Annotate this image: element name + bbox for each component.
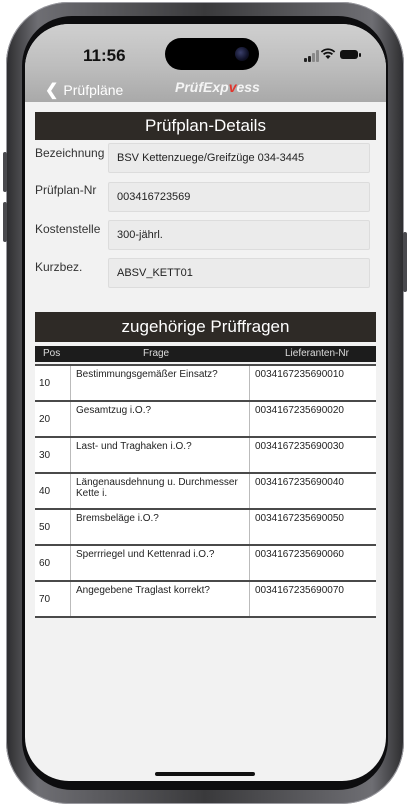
column-header-lieferanten-nr: Lieferanten-Nr [285,348,349,359]
field-label-pruefplan-nr: Prüfplan-Nr [35,183,97,197]
field-value-bezeichnung[interactable]: BSV Kettenzuege/Greifzüge 034-3445 [108,143,370,173]
back-button[interactable]: ❮ Prüfpläne [45,79,123,101]
field-value-kostenstelle[interactable]: 300-jährl. [108,220,370,250]
details-section-title: Prüfplan-Details [35,112,376,140]
app-header: 11:56 ❮ Prüfpläne PrüfExpvess [25,24,386,102]
cell-frage: Bremsbeläge i.O.? [71,510,250,544]
cell-frage: Sperrriegel und Kettenrad i.O.? [71,546,250,580]
cell-frage: Bestimmungsgemäßer Einsatz? [71,366,250,400]
status-time: 11:56 [83,46,126,65]
field-label-kurzbez: Kurzbez. [35,260,83,274]
back-button-label: Prüfpläne [63,82,124,98]
cell-pos: 10 [35,366,71,400]
table-row[interactable]: 50 Bremsbeläge i.O.? 0034167235690050 [35,508,376,544]
table-row[interactable]: 60 Sperrriegel und Kettenrad i.O.? 00341… [35,544,376,580]
cell-pos: 30 [35,438,71,472]
cell-lieferanten-nr: 0034167235690020 [255,405,344,416]
table-header: Pos Frage Lieferanten-Nr [35,346,376,362]
column-header-pos: Pos [43,348,61,359]
cell-frage: Gesamtzug i.O.? [71,402,250,436]
field-label-bezeichnung: Bezeichnung [35,146,105,160]
battery-icon [340,50,361,59]
dynamic-island [165,38,259,70]
brand-logo: PrüfExpvess [175,79,260,95]
table-row[interactable]: 70 Angegebene Traglast korrekt? 00341672… [35,580,376,616]
field-value-kurzbez[interactable]: ABSV_KETT01 [108,258,370,288]
status-icons [304,48,361,62]
cell-pos: 20 [35,402,71,436]
chevron-left-icon: ❮ [45,82,59,99]
volume-up-button [3,152,7,192]
phone-screen: 11:56 ❮ Prüfpläne PrüfExpvess Prüfplan-D [25,24,386,781]
table-bottom-border [35,616,376,618]
cell-frage: Angegebene Traglast korrekt? [71,582,250,616]
home-indicator[interactable] [155,772,255,776]
camera-icon [235,47,249,61]
cell-lieferanten-nr: 0034167235690040 [255,477,344,488]
table-row[interactable]: 30 Last- und Traghaken i.O.? 00341672356… [35,436,376,472]
cell-pos: 40 [35,474,71,508]
power-button [403,232,407,292]
cell-pos: 70 [35,582,71,616]
field-value-pruefplan-nr[interactable]: 003416723569 [108,182,370,212]
field-label-kostenstelle: Kostenstelle [35,222,101,236]
cell-lieferanten-nr: 0034167235690030 [255,441,344,452]
table-row[interactable]: 40 Längenausdehnung u. Durchmesser Kette… [35,472,376,508]
column-header-frage: Frage [143,348,170,359]
cell-lieferanten-nr: 0034167235690070 [255,585,344,596]
cell-frage: Längenausdehnung u. Durchmesser Kette i. [71,474,250,508]
cell-lieferanten-nr: 0034167235690060 [255,549,344,560]
questions-section-title: zugehörige Prüffragen [35,312,376,342]
volume-down-button [3,202,7,242]
table-row[interactable]: 20 Gesamtzug i.O.? 0034167235690020 [35,400,376,436]
cell-pos: 60 [35,546,71,580]
table-row[interactable]: 10 Bestimmungsgemäßer Einsatz? 003416723… [35,364,376,400]
wifi-icon [320,48,336,59]
cell-pos: 50 [35,510,71,544]
cell-lieferanten-nr: 0034167235690010 [255,369,344,380]
cell-lieferanten-nr: 0034167235690050 [255,513,344,524]
cell-frage: Last- und Traghaken i.O.? [71,438,250,472]
